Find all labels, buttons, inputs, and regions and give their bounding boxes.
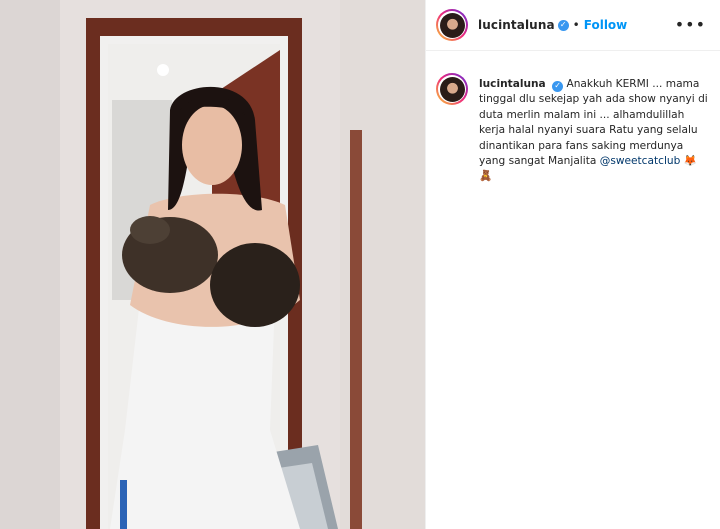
- caption-block: lucintaluna ✓ Anakkuh KERMI ... mama tin…: [436, 73, 712, 185]
- caption-avatar-ring: [438, 75, 466, 103]
- header-username[interactable]: lucintaluna: [478, 18, 555, 32]
- caption-verified-icon: ✓: [552, 80, 564, 92]
- author-avatar[interactable]: [436, 9, 468, 41]
- bear-emoji-icon: 🧸: [479, 170, 493, 183]
- header-separator: •: [572, 18, 580, 32]
- caption-mention-link[interactable]: @sweetcatclub: [600, 155, 681, 167]
- more-options-icon[interactable]: •••: [675, 15, 706, 34]
- video-frame: [0, 0, 425, 529]
- panel-divider: [425, 0, 426, 529]
- avatar-ring: [438, 11, 466, 39]
- caption-avatar-image: [439, 76, 465, 102]
- follow-button[interactable]: Follow: [584, 18, 628, 32]
- caption-username[interactable]: lucintaluna: [479, 78, 546, 90]
- avatar-image: [439, 12, 465, 38]
- caption-text: Anakkuh KERMI ... mama tinggal dlu sekej…: [479, 78, 708, 168]
- caption-text-container: lucintaluna ✓ Anakkuh KERMI ... mama tin…: [479, 73, 712, 185]
- post-media[interactable]: [0, 0, 425, 529]
- verified-badge-icon: ✓: [557, 19, 569, 31]
- fox-emoji-icon: 🦊: [683, 155, 697, 168]
- post-header: lucintaluna ✓ • Follow •••: [426, 0, 720, 51]
- caption-avatar[interactable]: [436, 73, 468, 105]
